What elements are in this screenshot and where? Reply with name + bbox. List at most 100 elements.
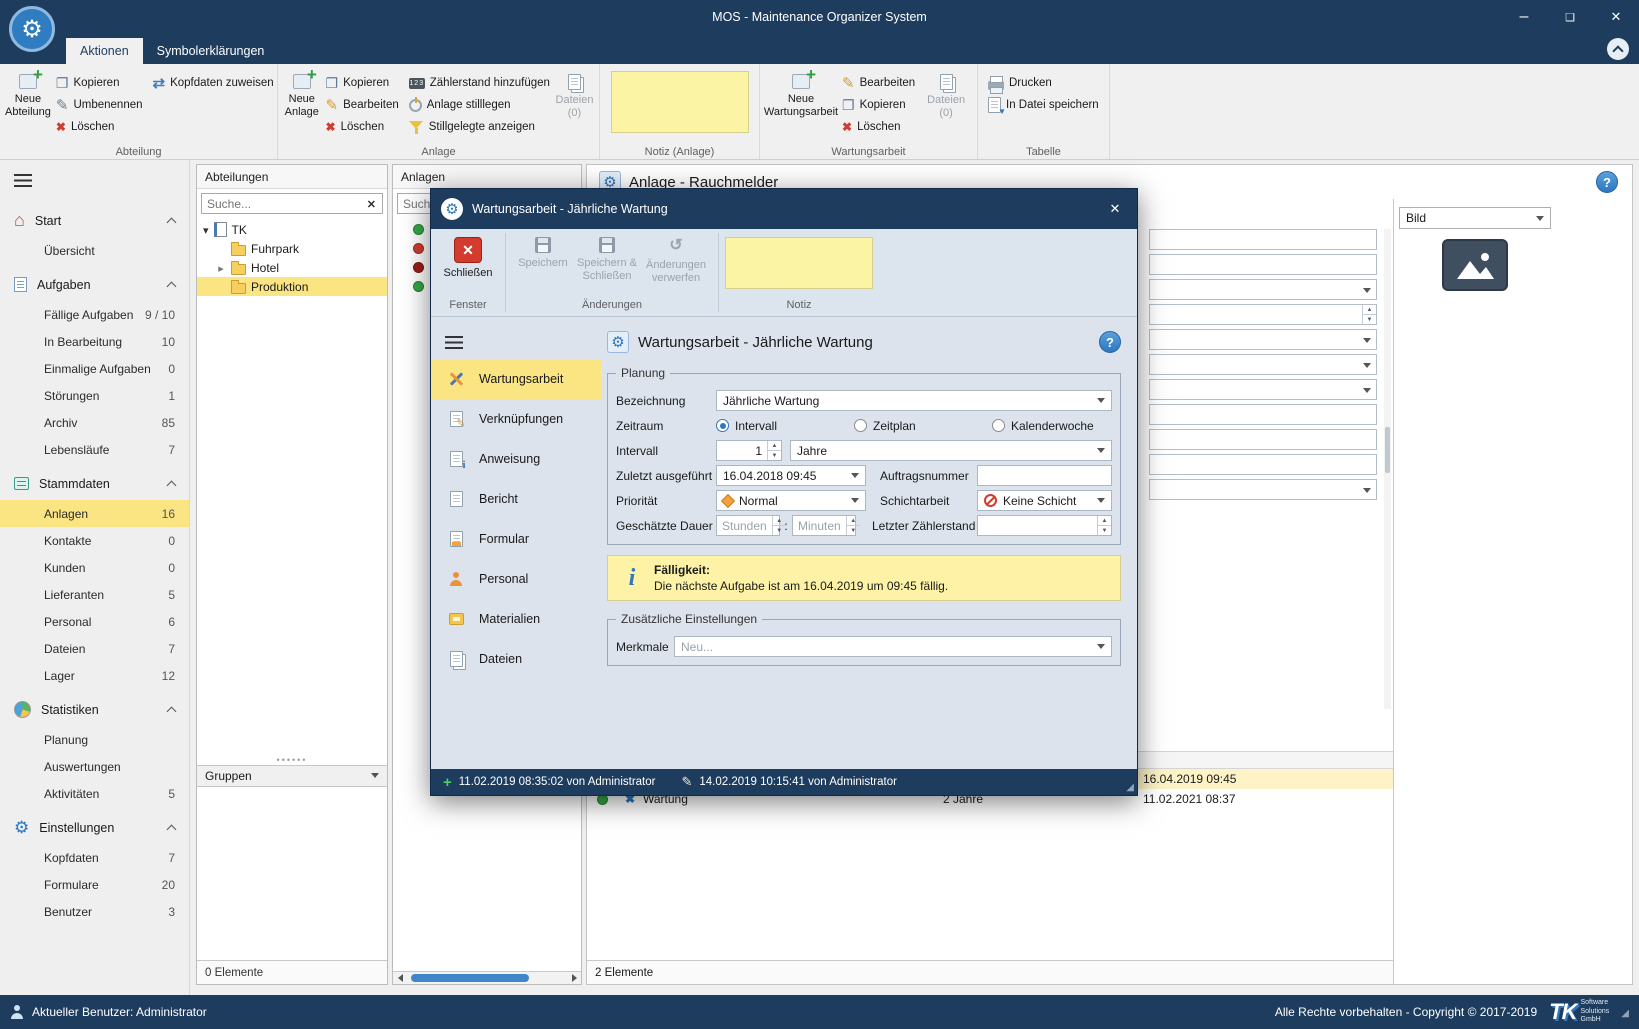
dialog-nav-bericht[interactable]: Bericht (431, 479, 601, 519)
auftragsnummer-textbox[interactable] (977, 465, 1112, 486)
detail-dropdown[interactable] (1149, 329, 1377, 350)
vertical-scrollbar[interactable] (1384, 229, 1391, 709)
tree-item-produktion[interactable]: Produktion (197, 277, 387, 296)
intervall-spinner[interactable]: 1 (716, 440, 782, 461)
gruppen-header[interactable]: Gruppen (197, 764, 387, 787)
sidebar-item-einmalige-aufgaben[interactable]: Einmalige Aufgaben 0 (0, 355, 189, 382)
sidebar-item-anlagen[interactable]: Anlagen 16 (0, 500, 189, 527)
dialog-nav-wartungsarbeit[interactable]: Wartungsarbeit (431, 359, 601, 399)
tree-root-tk[interactable]: TK (197, 220, 387, 239)
detail-textbox[interactable] (1149, 454, 1377, 475)
neue-abteilung-button[interactable]: Neue Abteilung (5, 65, 51, 118)
detail-textbox[interactable] (1149, 429, 1377, 450)
schliessen-button[interactable]: Schließen (437, 233, 499, 280)
minimize-button[interactable] (1501, 0, 1547, 34)
neue-anlage-button[interactable]: Neue Anlage (283, 65, 321, 118)
anlage-loeschen-button[interactable]: Löschen (321, 116, 404, 138)
close-button[interactable] (1593, 0, 1639, 34)
in-datei-speichern-button[interactable]: In Datei speichern (983, 94, 1104, 116)
resize-grip-icon[interactable] (1126, 781, 1134, 793)
abteilungen-search-input[interactable] (202, 194, 361, 213)
sidebar-section-statistiken[interactable]: Statistiken (0, 693, 189, 726)
wartung-kopieren-button[interactable]: Kopieren (837, 94, 920, 116)
speichern-button[interactable]: Speichern (512, 233, 574, 270)
kopieren-button[interactable]: Kopieren (51, 72, 148, 94)
schichtarbeit-combobox[interactable]: Keine Schicht (977, 490, 1112, 511)
detail-textbox[interactable] (1149, 404, 1377, 425)
dialog-nav-personal[interactable]: Personal (431, 559, 601, 599)
prioritaet-combobox[interactable]: Normal (716, 490, 866, 511)
loeschen-button[interactable]: Löschen (51, 116, 148, 138)
scrollbar-thumb[interactable] (411, 974, 529, 982)
kopfdaten-zuweisen-button[interactable]: Kopfdaten zuweisen (148, 72, 279, 94)
sidebar-item-lieferanten[interactable]: Lieferanten 5 (0, 581, 189, 608)
tree-item-fuhrpark[interactable]: Fuhrpark (197, 239, 387, 258)
notiz-anlage-box[interactable] (610, 71, 749, 133)
sidebar-menu-button[interactable] (0, 160, 189, 200)
expander-closed-icon[interactable] (218, 261, 224, 275)
speichern-schliessen-button[interactable]: Speichern & Schließen (576, 233, 638, 282)
sidebar-section-aufgaben[interactable]: Aufgaben (0, 268, 189, 301)
minuten-spinner[interactable]: Minuten (792, 515, 860, 536)
stilllegen-button[interactable]: Anlage stilllegen (404, 94, 555, 116)
spinner-arrows[interactable] (767, 441, 781, 460)
zaehlerstand-spinner[interactable] (977, 515, 1112, 536)
sidebar-item-benutzer[interactable]: Benutzer 3 (0, 898, 189, 925)
sidebar-item-kunden[interactable]: Kunden 0 (0, 554, 189, 581)
spinner-arrows[interactable] (1097, 516, 1111, 535)
clear-search-icon[interactable] (361, 197, 382, 211)
anlage-bearbeiten-button[interactable]: Bearbeiten (321, 94, 404, 116)
detail-spinner[interactable] (1149, 304, 1377, 325)
sidebar-item-in-bearbeitung[interactable]: In Bearbeitung 10 (0, 328, 189, 355)
tab-aktionen[interactable]: Aktionen (66, 38, 143, 64)
intervall-einheit-combobox[interactable]: Jahre (790, 440, 1112, 461)
bezeichnung-combobox[interactable]: Jährliche Wartung (716, 390, 1112, 411)
wartung-bearbeiten-button[interactable]: Bearbeiten (837, 72, 920, 94)
collapse-ribbon-button[interactable] (1607, 38, 1629, 60)
sidebar-item-archiv[interactable]: Archiv 85 (0, 409, 189, 436)
dialog-close-button[interactable] (1093, 189, 1137, 229)
anlage-kopieren-button[interactable]: Kopieren (321, 72, 404, 94)
umbenennen-button[interactable]: Umbenennen (51, 94, 148, 116)
sidebar-section-start[interactable]: Start (0, 204, 189, 237)
stunden-spinner[interactable]: Stunden (716, 515, 786, 536)
scroll-right-icon[interactable] (567, 974, 581, 982)
neue-wartungsarbeit-button[interactable]: Neue Wartungsarbeit (764, 65, 838, 118)
sidebar-item-uebersicht[interactable]: Übersicht (0, 237, 189, 264)
sidebar-item-faellige-aufgaben[interactable]: Fällige Aufgaben 9 / 10 (0, 301, 189, 328)
detail-dropdown[interactable] (1149, 479, 1377, 500)
sidebar-item-planung[interactable]: Planung (0, 726, 189, 753)
dialog-nav-dateien[interactable]: Dateien (431, 639, 601, 679)
sidebar-item-lebenslaeufe[interactable]: Lebensläufe 7 (0, 436, 189, 463)
scroll-left-icon[interactable] (393, 974, 407, 982)
sidebar-item-formulare[interactable]: Formulare 20 (0, 871, 189, 898)
drucken-button[interactable]: Drucken (983, 72, 1104, 94)
detail-dropdown[interactable] (1149, 279, 1377, 300)
aenderungen-verwerfen-button[interactable]: Änderungen verwerfen (640, 233, 712, 285)
sidebar-item-aktivitaeten[interactable]: Aktivitäten 5 (0, 780, 189, 807)
radio-zeitplan[interactable]: Zeitplan (854, 419, 992, 433)
dialog-nav-verknuepfungen[interactable]: Verknüpfungen (431, 399, 601, 439)
sidebar-section-einstellungen[interactable]: Einstellungen (0, 811, 189, 844)
merkmale-combobox[interactable]: Neu... (674, 636, 1112, 657)
zaehlerstand-button[interactable]: Zählerstand hinzufügen (404, 72, 555, 94)
anlage-dateien-button[interactable]: Dateien (0) (555, 67, 594, 119)
sidebar-item-personal[interactable]: Personal 6 (0, 608, 189, 635)
sidebar-item-lager[interactable]: Lager 12 (0, 662, 189, 689)
wartung-loeschen-button[interactable]: Löschen (837, 116, 920, 138)
sidebar-item-stoerungen[interactable]: Störungen 1 (0, 382, 189, 409)
dialog-nav-anweisung[interactable]: Anweisung (431, 439, 601, 479)
horizontal-scrollbar[interactable] (393, 971, 581, 984)
tab-symbolerklaerungen[interactable]: Symbolerklärungen (143, 38, 279, 64)
detail-textbox[interactable] (1149, 254, 1377, 275)
image-placeholder-icon[interactable] (1442, 239, 1508, 291)
tree-item-hotel[interactable]: Hotel (197, 258, 387, 277)
panel-splitter[interactable] (197, 756, 387, 765)
sidebar-item-kopfdaten[interactable]: Kopfdaten 7 (0, 844, 189, 871)
detail-dropdown[interactable] (1149, 379, 1377, 400)
sidebar-item-auswertungen[interactable]: Auswertungen (0, 753, 189, 780)
scrollbar-thumb[interactable] (1385, 427, 1390, 473)
resize-grip-icon[interactable] (1621, 1005, 1629, 1019)
detail-dropdown[interactable] (1149, 354, 1377, 375)
dialog-nav-formular[interactable]: Formular (431, 519, 601, 559)
